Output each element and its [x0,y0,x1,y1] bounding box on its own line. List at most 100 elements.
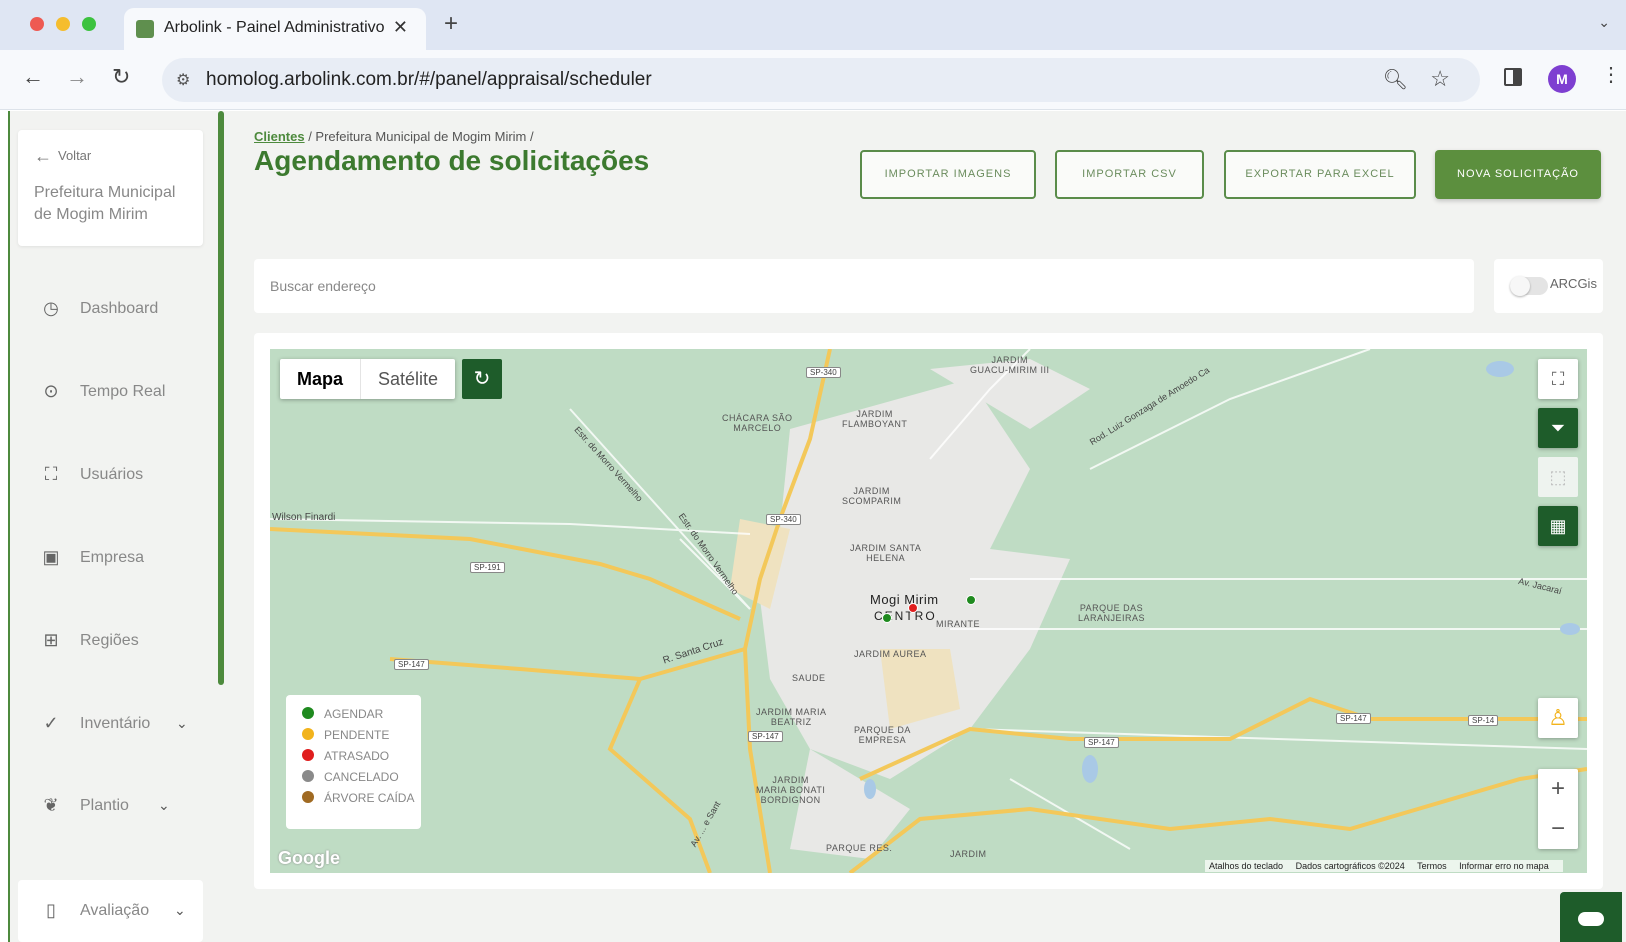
street-view-pegman-icon[interactable]: ♙ [1538,698,1578,738]
sidebar-item-label: Dashboard [80,300,159,317]
map-refresh-icon[interactable]: ↻ [462,359,502,399]
bookmark-star-icon[interactable]: ☆ [1430,66,1450,92]
map-label-parque-laranjeiras: PARQUE DAS LARANJEIRAS [1078,603,1146,623]
legend-item-atrasado: ATRASADO [302,749,389,763]
map-label-jardim-bottom: JARDIM [950,849,987,859]
briefcase-icon: ▣ [42,547,60,567]
road-badge: SP-191 [470,562,505,573]
zoom-out-button[interactable]: − [1538,809,1578,849]
map-label-city: Mogi Mirim [870,592,939,607]
legend-dot [302,770,314,782]
sidebar-item-dashboard[interactable]: ◷ Dashboard [40,294,200,324]
map-data-text: Dados cartográficos ©2024 [1295,861,1405,871]
back-link[interactable]: ← Voltar [34,146,91,167]
url-text[interactable]: homolog.arbolink.com.br/#/panel/appraisa… [206,69,652,91]
legend-item-arvore-caida: ÁRVORE CAÍDA [302,791,414,805]
breadcrumb: Clientes / Prefeitura Municipal de Mogim… [254,129,534,144]
arcgis-toggle[interactable] [1510,276,1548,296]
sidebar-item-label: Usuários [80,466,144,483]
sidebar-item-tempo-real[interactable]: ⊙ Tempo Real [40,377,200,407]
road-badge: SP-14 [1468,715,1499,726]
chevron-down-icon: ⌄ [174,902,186,918]
filter-icon[interactable]: ⏷ [1538,408,1578,448]
road-badge: SP-340 [806,367,841,378]
import-images-button[interactable]: IMPORTAR IMAGENS [860,150,1036,199]
back-arrow-icon: ← [34,146,52,166]
check-circle-icon: ✓ [43,713,59,733]
sidebar-item-regioes[interactable]: ⊞ Regiões [40,626,200,656]
leaf-icon: ❦ [43,795,59,815]
select-area-icon[interactable]: ⬚ [1538,457,1578,497]
map-attribution: Atalhos do teclado Dados cartográficos ©… [1205,860,1563,872]
browser-tab[interactable]: Arbolink - Painel Administrativo ✕ [124,8,426,50]
legend-item-pendente: PENDENTE [302,728,389,742]
zoom-icon[interactable]: 🔍︎ [1383,67,1408,92]
tab-search-chevron-icon[interactable]: ⌄ [1598,14,1610,31]
chat-widget-button[interactable] [1560,892,1622,942]
reload-icon[interactable]: ↻ [112,64,130,90]
users-icon: ⛶ [44,464,58,484]
address-bar[interactable]: ⚙ homolog.arbolink.com.br/#/panel/apprai… [162,58,1480,102]
back-arrow-icon[interactable]: ← [22,64,44,90]
road-badge: SP-147 [1336,713,1371,724]
map-label-jardim-guacu: JARDIM GUACU-MIRIM III [970,355,1050,375]
sidebar-item-plantio[interactable]: ❦ Plantio ⌄ [40,791,200,821]
legend-item-cancelado: CANCELADO [302,770,399,784]
road-badge: SP-340 [766,514,801,525]
sidebar-item-label: Inventário [80,715,151,732]
sidebar-item-label: Empresa [80,549,145,566]
sidebar-item-inventario[interactable]: ✓ Inventário ⌄ [40,709,200,739]
map-label-jardim-scomparim: JARDIM SCOMPARIM [842,486,902,506]
export-excel-button[interactable]: EXPORTAR PARA EXCEL [1224,150,1416,199]
map-pin-agendar[interactable] [966,595,976,605]
keyboard-shortcuts-link[interactable]: Atalhos do teclado [1209,861,1283,871]
browser-toolbar: ← → ↻ ⚙ homolog.arbolink.com.br/#/panel/… [0,50,1626,110]
map-pin-atrasado[interactable] [908,603,918,613]
client-card: ← Voltar Prefeitura Municipal de Mogim Mi… [18,130,203,246]
map-label-saude: SAUDE [792,673,826,683]
map-legend: AGENDAR PENDENTE ATRASADO CANCELADO ÁRVO… [286,695,421,829]
sidebar-item-usuarios[interactable]: ⛶ Usuários [40,460,200,490]
new-tab-icon[interactable]: + [444,10,458,38]
grid-view-icon[interactable]: ▦ [1538,506,1578,546]
legend-dot [302,749,314,761]
fullscreen-icon[interactable]: ⛶ [1538,359,1578,399]
window-maximize-button[interactable] [82,17,96,31]
address-search-input[interactable] [270,271,1450,301]
legend-item-agendar: AGENDAR [302,707,383,721]
sidebar-item-avaliacao[interactable]: ▯ Avaliação ⌄ [18,880,203,942]
tab-close-icon[interactable]: ✕ [393,17,408,38]
zoom-in-button[interactable]: + [1538,769,1578,809]
window-close-button[interactable] [30,17,44,31]
import-csv-button[interactable]: IMPORTAR CSV [1055,150,1204,199]
map-label-parque-empresa: PARQUE DA EMPRESA [854,725,911,745]
site-settings-icon[interactable]: ⚙ [176,70,190,90]
browser-menu-icon[interactable]: ⋮ [1601,62,1621,87]
report-error-link[interactable]: Informar erro no mapa [1459,861,1549,871]
clipboard-icon: ▯ [46,900,56,920]
sidebar-scrollbar[interactable] [218,111,224,685]
map-canvas[interactable]: Mogi Mirim CENTRO MIRANTE JARDIM AUREA S… [270,349,1587,873]
new-request-button[interactable]: NOVA SOLICITAÇÃO [1435,150,1601,199]
window-minimize-button[interactable] [56,17,70,31]
map-label-mirante: MIRANTE [936,619,980,629]
sidebar-item-empresa[interactable]: ▣ Empresa [40,543,200,573]
profile-avatar[interactable]: M [1548,65,1576,93]
forward-arrow-icon[interactable]: → [66,64,88,90]
sidebar-item-label: Avaliação [80,902,150,919]
page-title: Agendamento de solicitações [254,145,650,176]
map-type-satellite-button[interactable]: Satélite [361,359,455,399]
side-panel-icon[interactable] [1504,68,1522,86]
terms-link[interactable]: Termos [1417,861,1447,871]
client-name: Prefeitura Municipal de Mogim Mirim [34,184,176,223]
arcgis-label: ARCGis [1550,276,1597,291]
map-label-jardim-flamboyant: JARDIM FLAMBOYANT [842,409,908,429]
clock-icon: ◷ [43,298,59,318]
legend-dot [302,791,314,803]
map-pin-agendar[interactable] [882,613,892,623]
legend-dot [302,707,314,719]
map-type-map-button[interactable]: Mapa [280,359,362,399]
breadcrumb-clients-link[interactable]: Clientes [254,129,305,144]
legend-dot [302,728,314,740]
tab-title: Arbolink - Painel Administrativo [164,19,384,36]
